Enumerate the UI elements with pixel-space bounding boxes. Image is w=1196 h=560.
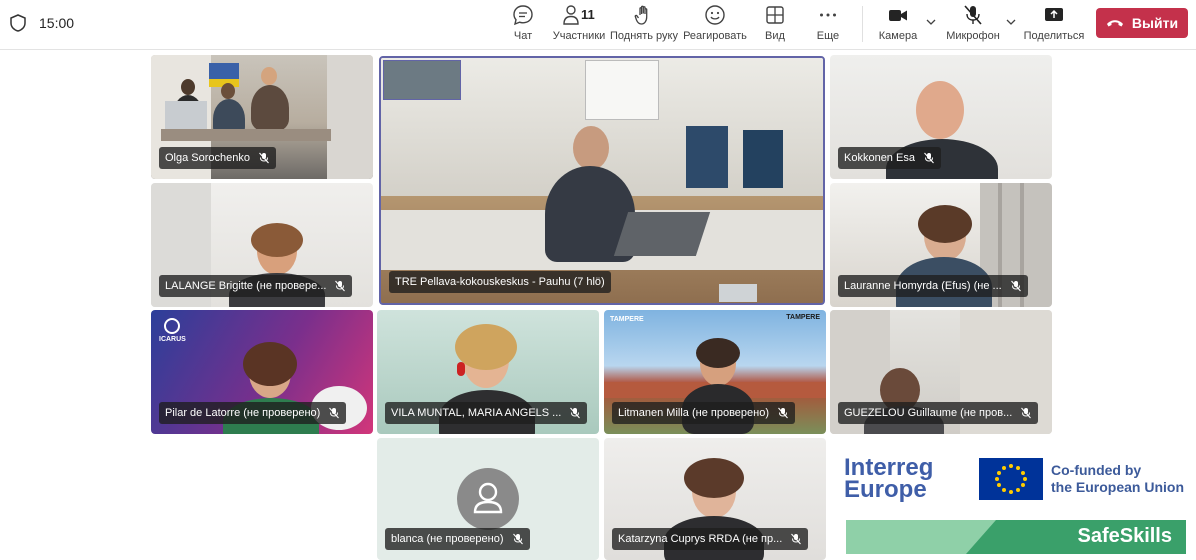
cofunded-text: Co-funded by the European Union [1051,462,1184,496]
participant-name-tag: TRE Pellava-kokouskeskus - Pauhu (7 hlö) [389,271,611,293]
more-label: Еще [816,30,840,42]
chat-button[interactable]: Чат [508,4,538,46]
participants-label: Участники [552,30,606,42]
chevron-down-icon[interactable] [1006,17,1016,27]
icarus-logo: ICARUS [159,318,186,343]
participant-name: Pilar de Latorre (не проверено) [165,407,321,419]
leave-label: Выйти [1131,15,1179,31]
leave-button[interactable]: Выйти [1096,8,1188,38]
person-icon [473,482,503,514]
participant-name-tag: Olga Sorochenko [159,147,276,169]
mic-off-icon [964,5,982,25]
participant-name-tag: GUEZELOU Guillaume (не пров... [838,402,1039,424]
participants-count: 11 [581,7,595,22]
shield-icon [10,14,26,32]
mic-off-icon [1010,280,1021,292]
chat-label: Чат [513,30,533,42]
safeskills-text: SafeSkills [1077,525,1172,547]
mic-off-icon [512,533,523,545]
interreg-logo: Interreg Europe [844,456,933,503]
video-tile[interactable]: GUEZELOU Guillaume (не пров... [830,310,1052,434]
chat-icon [513,5,533,26]
tampere-logo-text: TAMPERE [786,314,820,321]
participant-name-tag: Katarzyna Cuprys RRDA (не пр... [612,528,809,550]
raise-hand-label: Поднять руку [610,30,678,42]
active-speaker-tile[interactable]: TRE Pellava-kokouskeskus - Pauhu (7 hlö) [379,56,825,305]
camera-label: Камера [878,30,918,42]
participant-name-tag: blanca (не проверено) [385,528,530,550]
video-tile[interactable]: Olga Sorochenko [151,55,373,179]
microphone-button[interactable]: Микрофон [944,4,1002,46]
grid-view-icon [766,6,784,24]
share-label: Поделиться [1023,30,1085,42]
participant-name-tag: VILA MUNTAL, MARIA ANGELS ... [385,402,588,424]
video-tile[interactable]: VILA MUNTAL, MARIA ANGELS ... [377,310,599,434]
tampere-logo-text: TAMPERE [610,316,644,323]
participant-name: TRE Pellava-kokouskeskus - Pauhu (7 hlö) [395,276,605,288]
participant-name-tag: Litmanen Milla (не проверено) [612,402,796,424]
video-tile[interactable]: Katarzyna Cuprys RRDA (не пр... [604,438,826,560]
icarus-logo-text: ICARUS [159,336,186,343]
chevron-down-icon[interactable] [926,17,936,27]
participant-name: GUEZELOU Guillaume (не пров... [844,407,1013,419]
mic-off-icon [329,407,340,419]
mic-off-icon [570,407,581,419]
camera-button[interactable]: Камера [876,4,920,46]
participant-name-tag: Kokkonen Esa [838,147,941,169]
share-button[interactable]: Поделиться [1024,4,1084,46]
participant-name: LALANGE Brigitte (не провере... [165,280,327,292]
mic-off-icon [1021,407,1032,419]
interreg-line-2: Europe [844,476,927,503]
toolbar-divider [862,6,863,42]
more-button[interactable]: Еще [813,4,843,46]
cofunded-line-2: the European Union [1051,479,1184,495]
participant-name-tag: Lauranne Homyrda (Efus) (не ... [838,275,1028,297]
video-tile[interactable]: TAMPERE TAMPERE Litmanen Milla (не прове… [604,310,826,434]
sponsor-logos: Interreg Europe Co-funded by the Europea… [838,440,1196,560]
video-tile[interactable]: Kokkonen Esa [830,55,1052,179]
participant-name: Litmanen Milla (не проверено) [618,407,770,419]
mic-off-icon [924,152,934,164]
participant-name-tag: Pilar de Latorre (не проверено) [159,402,347,424]
video-tile[interactable]: ICARUS Pilar de Latorre (не проверено) [151,310,373,434]
mic-off-icon [259,152,269,164]
mic-off-icon [778,407,788,419]
react-label: Реагировать [683,30,747,42]
meeting-toolbar: 15:00 Чат 11 Участники Поднять руку Реаг… [0,0,1196,50]
tampere-logo: TAMPERE [786,314,820,321]
participant-name: Lauranne Homyrda (Efus) (не ... [844,280,1002,292]
video-tile[interactable]: LALANGE Brigitte (не провере... [151,183,373,307]
participant-name: Olga Sorochenko [165,152,250,164]
react-button[interactable]: Реагировать [683,4,747,46]
microphone-label: Микрофон [946,30,1000,42]
hand-icon [634,5,648,25]
participant-name: Kokkonen Esa [844,152,915,164]
video-tile[interactable]: blanca (не проверено) [377,438,599,560]
view-label: Вид [765,30,785,42]
participant-name: VILA MUNTAL, MARIA ANGELS ... [391,407,562,419]
avatar [457,468,519,530]
participant-name: blanca (не проверено) [391,533,504,545]
smile-icon [705,5,725,25]
participants-button[interactable]: 11 Участники [552,4,606,46]
view-button[interactable]: Вид [760,4,790,46]
safeskills-banner: SafeSkills [846,520,1186,554]
eu-flag-icon [979,458,1043,500]
tampere-logo: TAMPERE [610,316,644,323]
raise-hand-button[interactable]: Поднять руку [610,4,678,46]
video-camera-icon [889,10,907,21]
mic-off-icon [335,280,346,292]
meeting-timer: 15:00 [39,15,75,31]
cofunded-line-1: Co-funded by [1051,462,1142,478]
video-tile[interactable]: Lauranne Homyrda (Efus) (не ... [830,183,1052,307]
hang-up-icon [1106,20,1123,27]
mic-off-icon [791,533,802,545]
participant-name-tag: LALANGE Brigitte (не провере... [159,275,353,297]
participant-name: Katarzyna Cuprys RRDA (не пр... [618,533,783,545]
share-screen-icon [1045,8,1063,21]
more-icon [820,13,836,17]
